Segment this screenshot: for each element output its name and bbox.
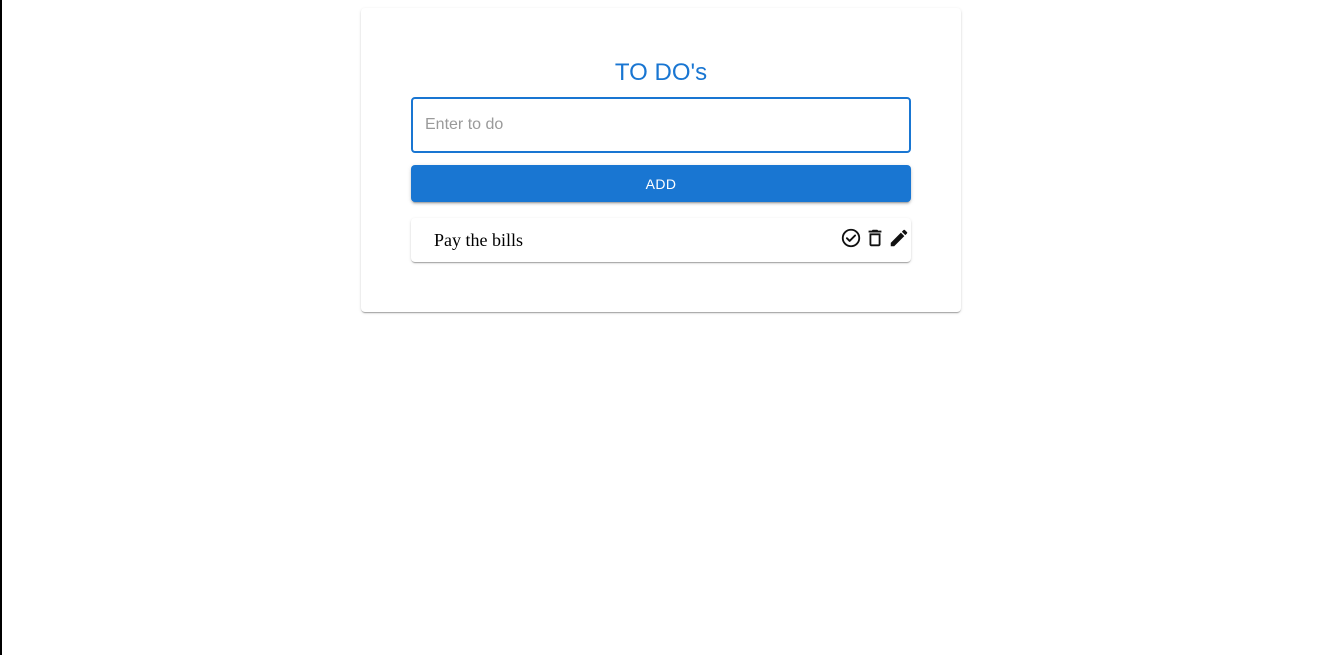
todo-input[interactable] — [413, 99, 909, 151]
todo-list-item: Pay the bills — [411, 218, 911, 262]
todo-card: TO DO's ADD Pay the bills — [361, 8, 961, 312]
delete-icon[interactable] — [864, 227, 886, 249]
edit-pencil-icon[interactable] — [888, 227, 910, 249]
todo-item-text: Pay the bills — [434, 230, 523, 250]
add-button[interactable]: ADD — [411, 165, 911, 202]
check-circle-icon[interactable] — [840, 227, 862, 249]
page-title: TO DO's — [614, 59, 708, 86]
todo-input-container — [411, 97, 911, 153]
window-left-border — [0, 0, 2, 655]
